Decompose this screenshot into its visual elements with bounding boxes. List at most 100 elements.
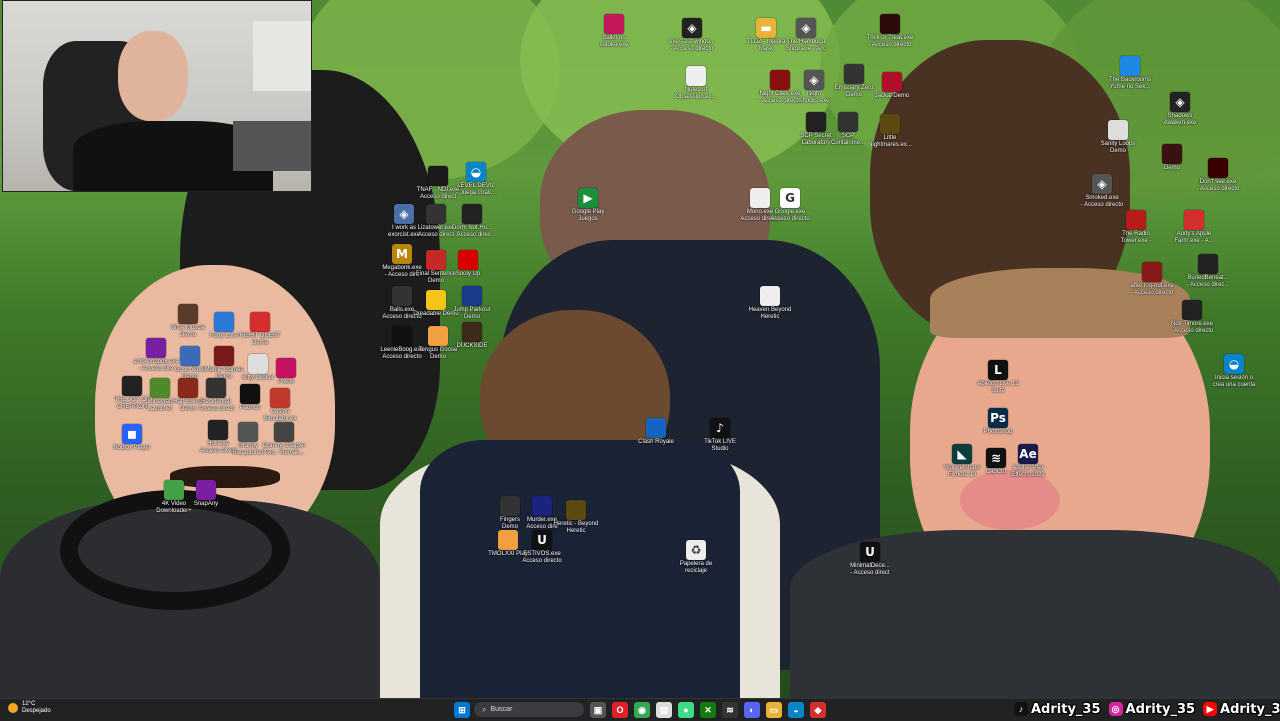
ae-icon: Ae — [1018, 444, 1038, 464]
unreal-icon: U — [532, 530, 552, 550]
app-icon — [1182, 300, 1202, 320]
instagram-handle: ◎ Adrity_35 — [1108, 702, 1195, 717]
desktop-shortcut[interactable]: ▶ Google Play Juegos — [556, 188, 620, 223]
search-icon: ⌕ — [482, 704, 487, 714]
app-icon — [1208, 158, 1228, 178]
app-icon — [1198, 254, 1218, 274]
app-icon — [1126, 210, 1146, 230]
desktop-shortcut[interactable]: U ESTIVOS.exe Acceso directo — [510, 530, 574, 565]
desktop-shortcut[interactable]: Notes of Obsession.ex... — [664, 66, 728, 101]
unity-icon: ◈ — [796, 18, 816, 38]
shortcut-label: Photoshop — [983, 429, 1013, 435]
youtube-icon: ▶ — [1203, 702, 1218, 716]
shortcut-label: Adobe After Effects 2023 — [1011, 465, 1045, 478]
desktop-shortcut[interactable]: ◈ eyes-2.2-windo... - Acceso directo — [660, 18, 724, 53]
shortcut-label: Papelera de reciclaje — [679, 561, 713, 574]
folder-icon: ▬ — [756, 18, 776, 38]
opera-icon[interactable]: O — [612, 702, 628, 718]
app-icon — [462, 204, 482, 224]
shortcut-label: Clash Royale — [638, 439, 674, 445]
desktop-shortcut[interactable]: Don't see.exe - Acceso directo — [1186, 158, 1250, 193]
desktop-shortcut[interactable]: ◼ Roblox Player — [100, 424, 164, 452]
desktop-shortcut[interactable]: Clash Royale — [624, 418, 688, 446]
desktop-shortcut[interactable]: ♪ TikTok LIVE Studio — [688, 418, 752, 453]
tiktok-handle: ♪ Adrity_35 — [1014, 702, 1101, 717]
desktop-shortcut[interactable]: DUCKSIDE — [440, 322, 504, 350]
desktop-shortcut[interactable]: The Radio Tower.exe - — [1104, 210, 1168, 245]
desktop-shortcut[interactable]: Ps Photoshop — [966, 408, 1030, 436]
desktop-shortcut[interactable]: Sooly Up — [436, 250, 500, 278]
shortcut-label: Inicia sesión o crea una cuenta — [1212, 375, 1256, 388]
app-icon — [566, 500, 586, 520]
desktop-shortcut[interactable]: BuriedBeneat... - Acceso direc... — [1176, 254, 1240, 289]
taskbar-search[interactable]: ⌕ Buscar — [474, 702, 584, 717]
desktop-shortcut[interactable]: Jump Parkour Demo — [440, 286, 504, 321]
desktop-shortcut[interactable]: U MinimalDece... - Acceso direct — [838, 542, 902, 577]
edge-icon: ◒ — [1224, 354, 1244, 374]
app-icon — [1162, 144, 1182, 164]
desktop-shortcut[interactable]: Dorm Not.Hu... - Acceso direc — [440, 204, 504, 239]
edge-icon[interactable]: ◒ — [788, 702, 804, 718]
desktop-shortcut[interactable]: Pixels — [254, 358, 318, 386]
discord-icon[interactable]: ◐ — [744, 702, 760, 718]
desktop-shortcut[interactable]: ◒ LEVEL DEVIL - Juega Grati... — [444, 162, 508, 197]
xbox-icon[interactable]: ✕ — [700, 702, 716, 718]
task-view-icon[interactable]: ▣ — [590, 702, 606, 718]
streamer-face — [118, 31, 188, 121]
shortcut-label: Casino Simulator.ex — [263, 409, 297, 422]
shortcut-label: Little Nightmares.ex... — [868, 135, 912, 148]
app-icon — [270, 388, 290, 408]
shortcut-label: The Backrooms Yume no Sek... — [1108, 77, 1151, 90]
desktop-shortcut[interactable]: SnapAny — [174, 480, 238, 508]
app-green-icon[interactable]: ● — [678, 702, 694, 718]
shortcut-label: Heaven Beyond Heretic — [748, 307, 792, 320]
social-handle-text: Adrity_35 — [1220, 701, 1280, 717]
tiktok-icon: ♪ — [1014, 702, 1028, 716]
edge-icon: ◒ — [466, 162, 486, 182]
desktop-shortcut[interactable]: ♻ Papelera de reciclaje — [664, 540, 728, 575]
search-placeholder: Buscar — [490, 706, 513, 713]
desktop-shortcut[interactable]: Saiko no sutoka.exe — [582, 14, 646, 49]
chrome-icon[interactable]: ◉ — [634, 702, 650, 718]
capcut-icon[interactable]: ≋ — [722, 702, 738, 718]
shortcut-label: Roblox Player — [113, 445, 151, 451]
start-icon[interactable]: ⊞ — [454, 702, 470, 718]
app-icon — [196, 480, 216, 500]
desktop-shortcut[interactable]: Little Nightmares.ex... — [858, 114, 922, 149]
desktop-shortcut[interactable]: ◈ Smoked.exe - Acceso directo — [1070, 174, 1134, 209]
desktop-shortcut[interactable]: Heaven Beyond Heretic — [738, 286, 802, 321]
roblox-studio-icon[interactable]: ◆ — [810, 702, 826, 718]
desktop-shortcut[interactable]: RIGHT QUEST Demo — [228, 312, 292, 347]
app-icon — [882, 72, 902, 92]
desktop-shortcut[interactable]: Granny Chapter Two - Remak... — [252, 422, 316, 457]
shortcut-label: Saiko no sutoka.exe — [599, 35, 629, 48]
app-icon — [276, 358, 296, 378]
desktop-shortcut[interactable]: Trick or Treat.exe - Acceso directo — [858, 14, 922, 49]
app-icon — [880, 114, 900, 134]
desktop-shortcut[interactable]: Nox Timore.exe - Acceso directo — [1160, 300, 1224, 335]
shortcut-label: BuriedBeneat... - Acceso direc... — [1186, 275, 1230, 288]
desktop-shortcut[interactable]: L Ableton Live 12 Suite — [966, 360, 1030, 395]
desktop-shortcut[interactable]: G Google.exe Acceso directo — [758, 188, 822, 223]
weather-desc: Despejado — [22, 708, 51, 714]
explorer-icon[interactable]: ▭ — [766, 702, 782, 718]
weather-temp: 12°C — [22, 701, 36, 707]
social-overlay: ♪Adrity_35 ◎Adrity_35 ▶Adrity_35 — [1014, 699, 1280, 719]
desktop-shortcut[interactable]: ◒ Inicia sesión o crea una cuenta — [1202, 354, 1266, 389]
desktop-shortcut[interactable]: Casino Simulator.ex — [248, 388, 312, 423]
desktop-shortcut[interactable]: ◈ The Hambugu Shop.exe - Acc — [774, 18, 838, 53]
desktop-shortcut[interactable]: ◈ Shadows Awaken.exe — [1148, 92, 1212, 127]
weather-widget[interactable]: 12°C Despejado — [8, 701, 51, 715]
desktop-shortcut[interactable]: Ae Adobe After Effects 2023 — [996, 444, 1060, 479]
desktop-shortcut[interactable]: Andy's Apple Farm.exe - A... — [1162, 210, 1226, 245]
shortcut-label: Jackal Demo — [874, 93, 910, 99]
desktop-shortcut[interactable]: after log-out.exe - Acceso directo — [1120, 262, 1184, 297]
desktop-shortcut[interactable]: The Backrooms Yume no Sek... — [1098, 56, 1162, 91]
live-icon: L — [988, 360, 1008, 380]
sun-icon — [8, 703, 18, 713]
app-icon — [760, 286, 780, 306]
shortcut-label: Smoked.exe - Acceso directo — [1080, 195, 1124, 208]
shortcut-label: ESTIVOS.exe Acceso directo — [522, 551, 562, 564]
desktop-shortcut[interactable]: Jackal Demo — [860, 72, 924, 100]
file-icon[interactable]: ▤ — [656, 702, 672, 718]
